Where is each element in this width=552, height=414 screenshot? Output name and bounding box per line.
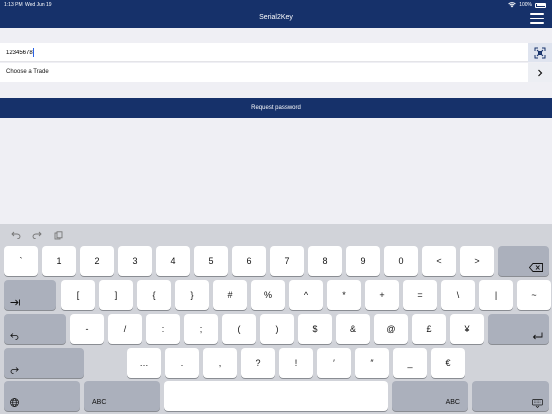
key-pound[interactable]: £	[412, 314, 446, 344]
key-close-paren[interactable]: )	[260, 314, 294, 344]
hamburger-menu-icon[interactable]	[530, 13, 544, 24]
return-icon	[532, 332, 543, 340]
abc-left-label: ABC	[92, 399, 107, 406]
key-close-brace[interactable]: }	[175, 280, 209, 310]
key-yen[interactable]: ¥	[450, 314, 484, 344]
redo-key[interactable]	[4, 348, 84, 378]
status-time: 1:13 PM	[4, 2, 23, 8]
keyboard: ` 1 2 3 4 5 6 7 8 9 0 < > [ ] { } # % ^ …	[0, 224, 552, 414]
key-less-than[interactable]: <	[422, 246, 456, 276]
key-slash[interactable]: /	[108, 314, 142, 344]
status-right: 100%	[508, 2, 546, 8]
dismiss-keyboard-key[interactable]	[472, 381, 549, 411]
undo-key[interactable]	[4, 314, 66, 344]
key-open-paren[interactable]: (	[222, 314, 256, 344]
delete-icon	[529, 263, 543, 272]
key-caret[interactable]: ^	[289, 280, 323, 310]
key-2[interactable]: 2	[80, 246, 114, 276]
key-9[interactable]: 9	[346, 246, 380, 276]
paste-icon[interactable]	[52, 230, 64, 240]
redo-key-icon	[10, 367, 19, 374]
scan-icon	[534, 47, 546, 58]
keyboard-dismiss-icon	[532, 399, 543, 408]
text-caret	[33, 48, 34, 57]
key-6[interactable]: 6	[232, 246, 266, 276]
trade-label: Choose a Trade	[6, 69, 49, 75]
page-title: Serial2Key	[259, 14, 293, 21]
request-password-button[interactable]: Request password	[0, 98, 552, 118]
serial-input[interactable]	[6, 47, 506, 58]
key-percent[interactable]: %	[251, 280, 285, 310]
redo-icon[interactable]	[31, 230, 43, 240]
space-bar[interactable]	[164, 381, 388, 411]
key-semicolon[interactable]: ;	[184, 314, 218, 344]
key-plus[interactable]: +	[365, 280, 399, 310]
key-3[interactable]: 3	[118, 246, 152, 276]
key-asterisk[interactable]: *	[327, 280, 361, 310]
scan-button[interactable]	[528, 43, 552, 62]
wifi-icon	[508, 2, 517, 8]
key-4[interactable]: 4	[156, 246, 190, 276]
key-comma[interactable]: ,	[203, 348, 237, 378]
key-open-brace[interactable]: {	[137, 280, 171, 310]
keyboard-toolbar	[10, 230, 64, 240]
key-colon[interactable]: :	[146, 314, 180, 344]
key-prime[interactable]: ′	[317, 348, 351, 378]
key-hash[interactable]: #	[213, 280, 247, 310]
key-backslash[interactable]: \	[441, 280, 475, 310]
key-0[interactable]: 0	[384, 246, 418, 276]
undo-icon[interactable]	[10, 230, 22, 240]
key-underscore[interactable]: _	[393, 348, 427, 378]
key-pipe[interactable]: |	[479, 280, 513, 310]
key-open-bracket[interactable]: [	[61, 280, 95, 310]
abc-right-label: ABC	[445, 399, 460, 406]
key-exclamation[interactable]: !	[279, 348, 313, 378]
trade-chevron-button[interactable]	[528, 63, 552, 82]
key-ampersand[interactable]: &	[336, 314, 370, 344]
tab-key[interactable]	[4, 280, 56, 310]
key-close-bracket[interactable]: ]	[99, 280, 133, 310]
key-tilde[interactable]: ~	[517, 280, 551, 310]
key-5[interactable]: 5	[194, 246, 228, 276]
return-key[interactable]	[488, 314, 549, 344]
abc-left-key[interactable]: ABC	[84, 381, 160, 411]
globe-key[interactable]	[4, 381, 80, 411]
status-bar: 1:13 PM Wed Jun 19 100%	[0, 0, 552, 10]
key-euro[interactable]: €	[431, 348, 465, 378]
key-backtick[interactable]: `	[4, 246, 38, 276]
battery-percent: 100%	[519, 2, 532, 8]
undo-key-icon	[10, 333, 19, 340]
serial-row	[0, 43, 552, 62]
key-question[interactable]: ?	[241, 348, 275, 378]
key-greater-than[interactable]: >	[460, 246, 494, 276]
nav-bar: Serial2Key	[0, 10, 552, 28]
status-date: Wed Jun 19	[25, 2, 52, 8]
key-hyphen[interactable]: -	[70, 314, 104, 344]
key-8[interactable]: 8	[308, 246, 342, 276]
key-ellipsis[interactable]: …	[127, 348, 161, 378]
battery-icon	[535, 2, 546, 8]
tab-icon	[10, 299, 20, 306]
key-dollar[interactable]: $	[298, 314, 332, 344]
key-at[interactable]: @	[374, 314, 408, 344]
key-equals[interactable]: =	[403, 280, 437, 310]
trade-selector[interactable]: Choose a Trade	[0, 63, 552, 82]
delete-key[interactable]	[498, 246, 549, 276]
key-double-prime[interactable]: ″	[355, 348, 389, 378]
key-period[interactable]: .	[165, 348, 199, 378]
abc-right-key[interactable]: ABC	[392, 381, 468, 411]
key-7[interactable]: 7	[270, 246, 304, 276]
globe-icon	[10, 398, 19, 407]
key-1[interactable]: 1	[42, 246, 76, 276]
chevron-right-icon	[538, 69, 543, 76]
